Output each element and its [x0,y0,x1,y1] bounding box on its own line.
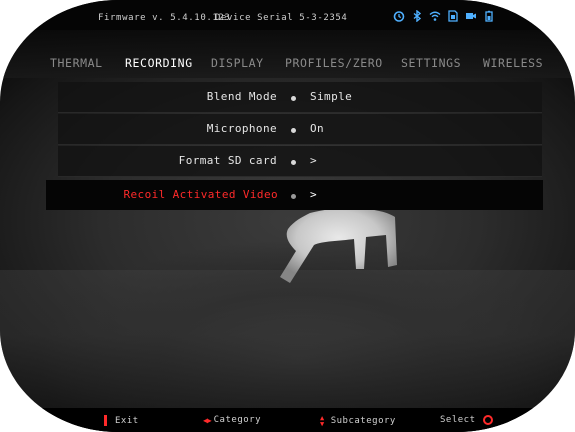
bullet-dot [291,160,296,165]
video-record-icon [465,10,477,22]
tab-thermal[interactable]: THERMAL [50,56,103,70]
tab-settings[interactable]: SETTINGS [401,56,461,70]
menu-item-value: Simple [310,90,353,103]
bluetooth-icon [411,9,423,23]
hint-category-label: Category [213,415,261,425]
thermal-animal-image [280,208,397,283]
menu-item-format-sd-card[interactable]: Format SD card > [58,146,542,177]
tab-profiles-zero[interactable]: PROFILES/ZERO [285,56,383,70]
hint-subcategory-label: Subcategory [330,416,396,426]
hint-category: ◀▶ Category [203,415,261,425]
menu-item-blend-mode[interactable]: Blend Mode Simple [58,82,542,113]
control-hints-bar: Exit ◀▶ Category ▲ ▼ Subcategory Select [0,408,575,432]
status-icons [393,9,495,23]
timer-icon [393,10,405,22]
menu-item-label: Blend Mode [206,90,277,103]
menu-item-value: On [310,122,325,135]
hint-select-label: Select [440,415,476,425]
chevron-right-icon: > [310,154,318,167]
hint-exit: Exit [104,415,139,426]
bullet-dot [291,194,296,199]
exit-button-icon [104,415,107,426]
hint-select: Select [440,415,493,425]
menu-item-label: Format SD card [178,154,277,167]
firmware-version: Firmware v. 5.4.10.123 [98,13,231,23]
left-right-arrows-icon: ◀▶ [203,415,212,425]
menu-item-label: Microphone [206,122,277,135]
hint-exit-label: Exit [115,415,139,426]
battery-icon [483,10,495,22]
status-bar: Firmware v. 5.4.10.123 Device Serial 5-3… [0,0,575,30]
wifi-icon [429,10,441,22]
sd-card-icon [447,10,459,22]
menu-item-recoil-activated-video[interactable]: Recoil Activated Video > [46,180,543,210]
up-down-arrows-icon: ▲ ▼ [320,414,325,428]
device-serial: Device Serial 5-3-2354 [215,13,348,23]
hint-subcategory: ▲ ▼ Subcategory [320,414,396,428]
tab-recording[interactable]: RECORDING [125,56,193,70]
thermal-viewport: Firmware v. 5.4.10.123 Device Serial 5-3… [0,0,575,432]
category-tabs: THERMAL RECORDING DISPLAY PROFILES/ZERO … [0,30,575,78]
select-button-icon [482,415,493,425]
bullet-dot [291,96,296,101]
chevron-right-icon: > [310,188,318,201]
tab-display[interactable]: DISPLAY [211,56,264,70]
tab-wireless[interactable]: WIRELESS [483,56,543,70]
menu-item-microphone[interactable]: Microphone On [58,114,542,145]
bullet-dot [291,128,296,133]
menu-item-label: Recoil Activated Video [123,188,278,201]
